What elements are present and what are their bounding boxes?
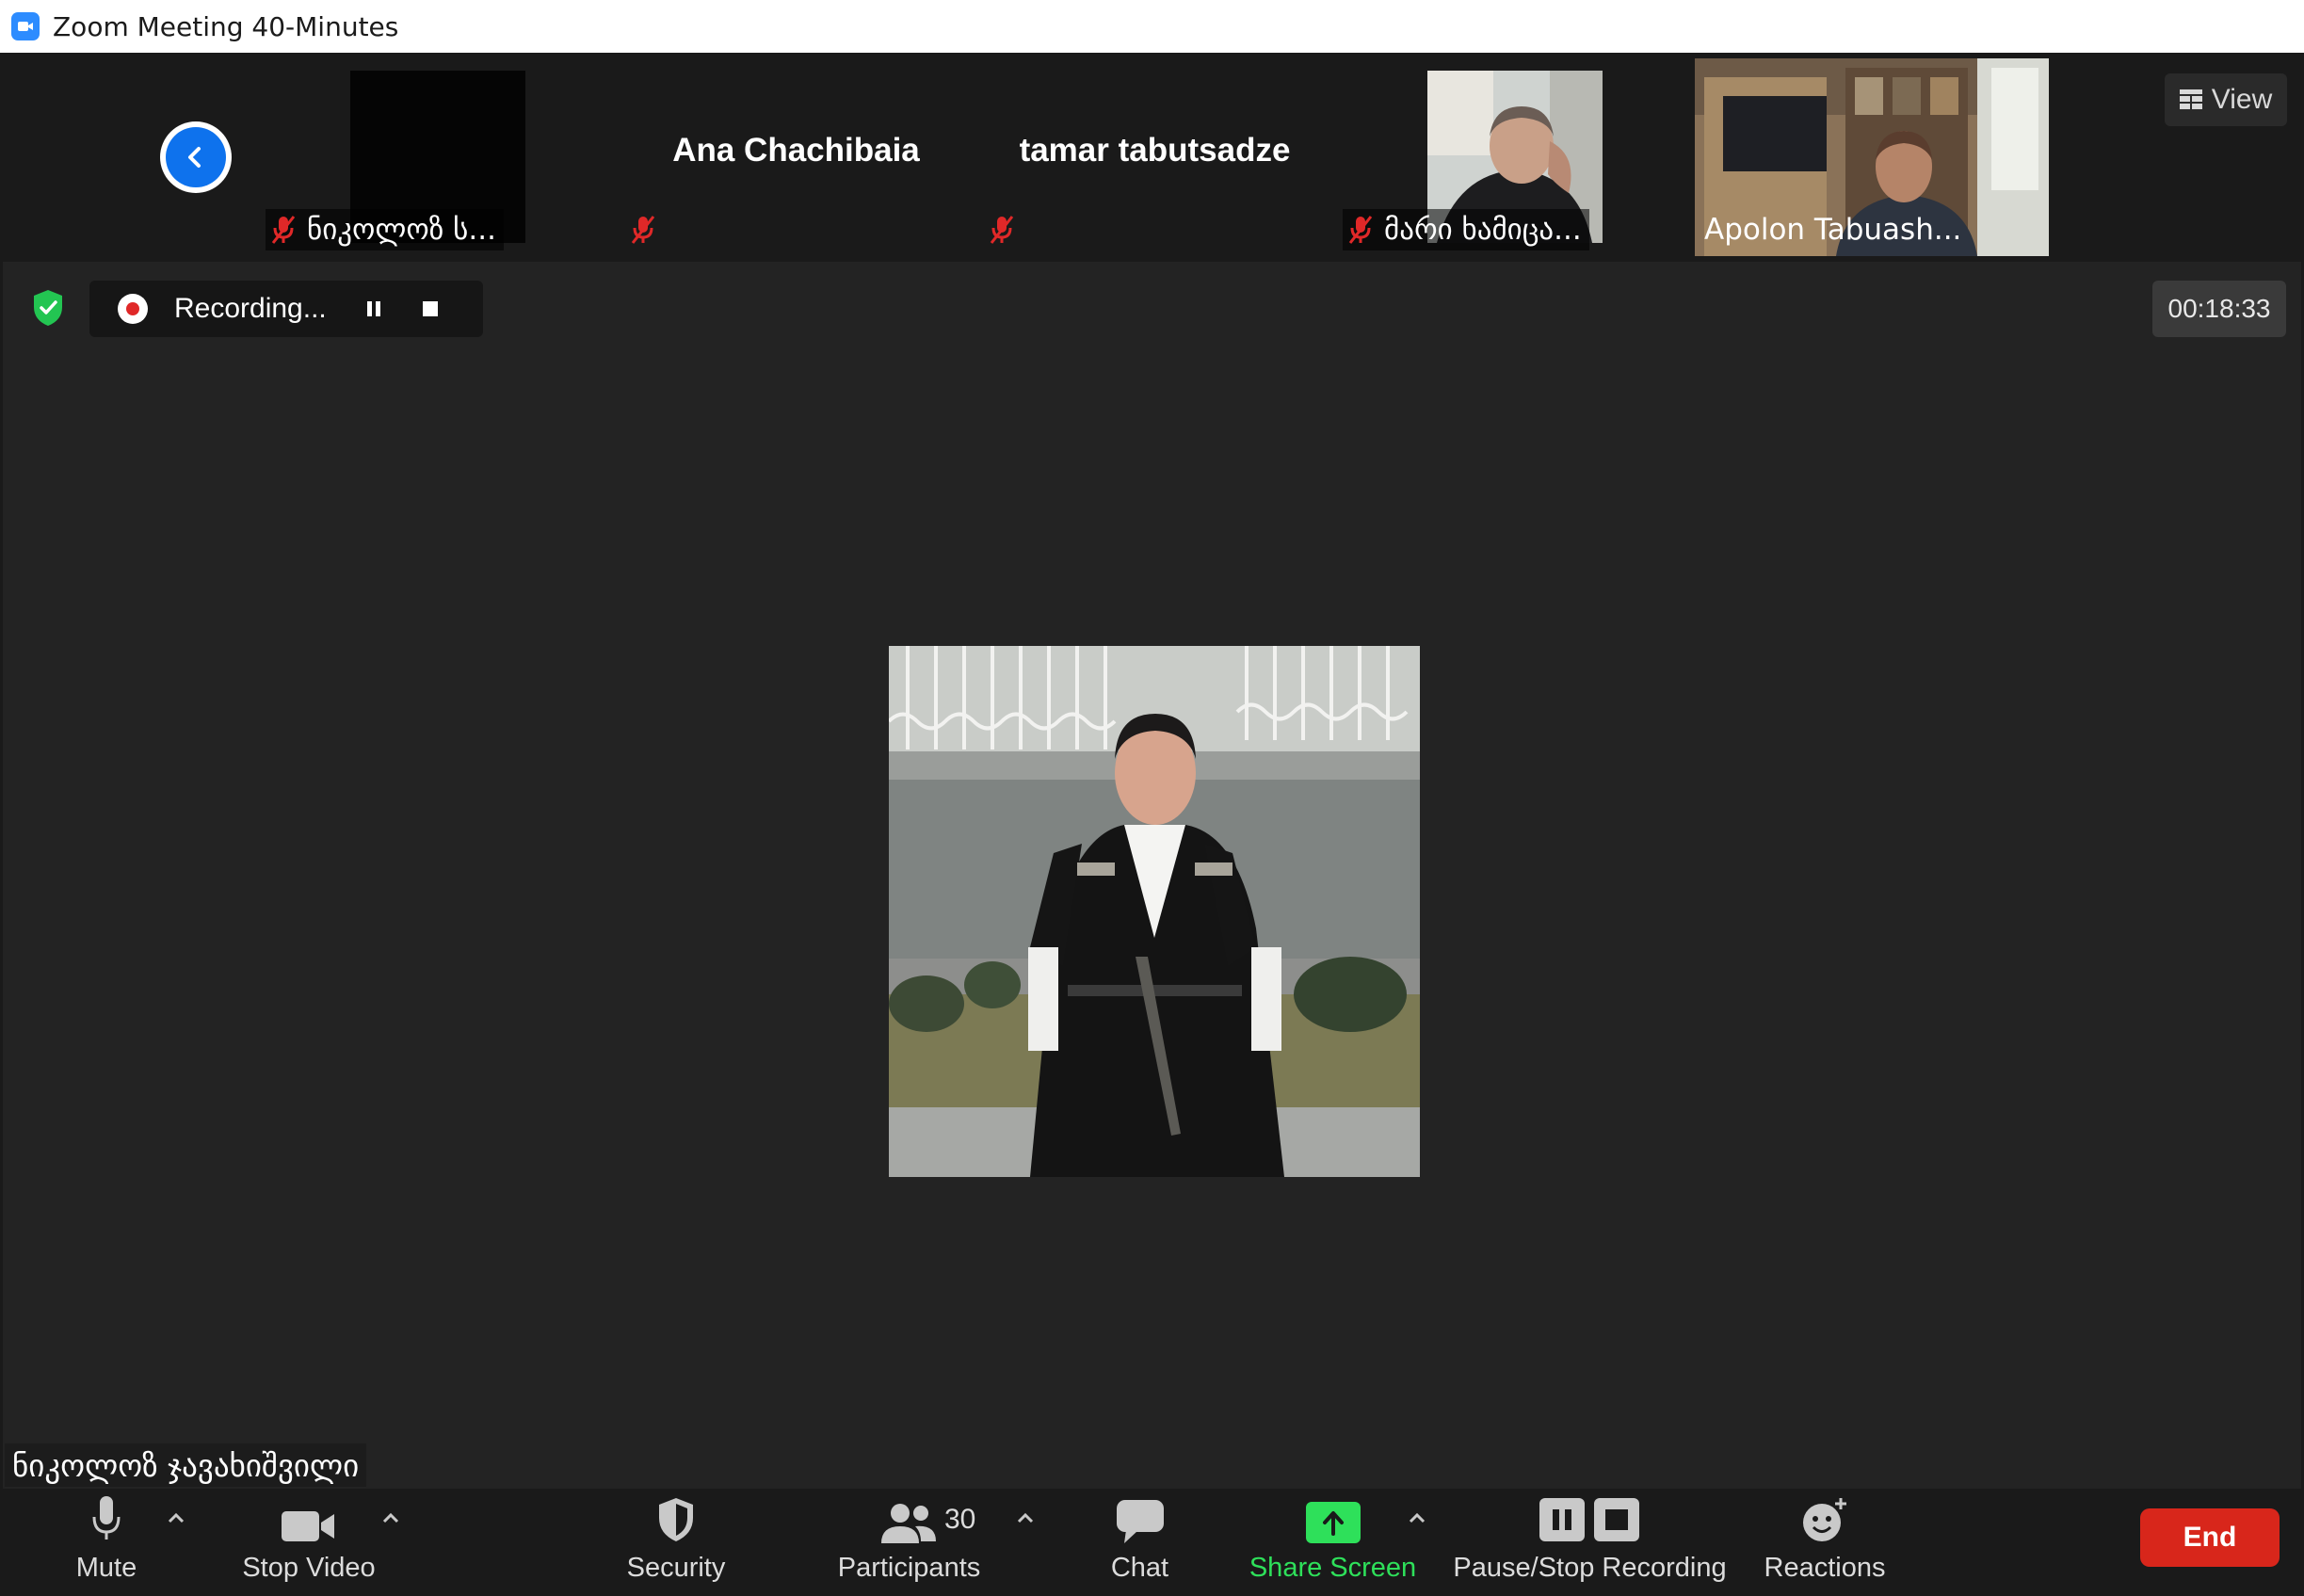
grid-view-icon bbox=[2179, 89, 2202, 109]
view-button[interactable]: View bbox=[2165, 73, 2287, 126]
chevron-left-icon bbox=[166, 127, 226, 187]
active-speaker-name: ნიკოლოზ ჯავახიშვილი bbox=[5, 1443, 367, 1487]
audio-options-caret-icon[interactable] bbox=[165, 1509, 187, 1526]
mic-muted-icon bbox=[1348, 216, 1373, 244]
end-meeting-button[interactable]: End bbox=[2140, 1508, 2280, 1567]
chat-bubble-icon bbox=[1116, 1489, 1164, 1547]
stop-video-button[interactable]: Stop Video bbox=[238, 1489, 379, 1596]
security-shield-icon bbox=[656, 1489, 696, 1547]
microphone-icon bbox=[90, 1489, 122, 1547]
mute-button[interactable]: Mute bbox=[59, 1489, 153, 1596]
smiley-plus-icon bbox=[1801, 1489, 1848, 1547]
participant-name: Apolon Tabuash... bbox=[1704, 213, 1962, 247]
video-options-caret-icon[interactable] bbox=[379, 1509, 402, 1526]
pause-stop-recording-button[interactable]: Pause/Stop Recording bbox=[1453, 1489, 1727, 1596]
security-label: Security bbox=[626, 1553, 726, 1583]
reactions-button[interactable]: Reactions bbox=[1754, 1489, 1895, 1596]
share-options-caret-icon[interactable] bbox=[1406, 1509, 1428, 1526]
recording-controls-icon bbox=[1539, 1489, 1641, 1547]
recording-indicator: Recording... bbox=[89, 281, 483, 337]
chat-button[interactable]: Chat bbox=[1086, 1489, 1194, 1596]
share-screen-icon bbox=[1305, 1489, 1361, 1547]
meeting-timer: 00:18:33 bbox=[2152, 281, 2286, 337]
participant-label bbox=[625, 209, 674, 250]
participant-label: Apolon Tabuash... bbox=[1700, 209, 1969, 250]
meeting-controls-toolbar: Mute Stop Video Security Participants 30 bbox=[3, 1489, 2301, 1596]
participant-tile[interactable]: Ana Chachibaia bbox=[620, 58, 973, 256]
participants-options-caret-icon[interactable] bbox=[1014, 1509, 1037, 1526]
video-camera-icon bbox=[282, 1489, 336, 1547]
title-bar: Zoom Meeting 40-Minutes bbox=[0, 0, 2304, 53]
window-title: Zoom Meeting 40-Minutes bbox=[53, 10, 399, 42]
active-speaker-profile-photo bbox=[889, 646, 1420, 1177]
participant-name: Ana Chachibaia bbox=[672, 132, 920, 169]
view-label: View bbox=[2211, 84, 2273, 115]
participant-name: tamar tabutsadze bbox=[1019, 132, 1291, 169]
stop-recording-button[interactable] bbox=[411, 290, 449, 328]
reactions-label: Reactions bbox=[1764, 1553, 1886, 1583]
participant-label: მარი ხამიცა... bbox=[1343, 209, 1589, 250]
meeting-window: ნიკოლოზ ს... Ana Chachibaia tamar tabuts… bbox=[0, 53, 2304, 1596]
participant-tile[interactable]: მარი ხამიცა... bbox=[1337, 58, 1690, 256]
mic-muted-icon bbox=[990, 216, 1014, 244]
participant-label: ნიკოლოზ ს... bbox=[266, 209, 504, 250]
participant-tile[interactable]: Apolon Tabuash... bbox=[1695, 58, 2049, 256]
security-button[interactable]: Security bbox=[620, 1489, 733, 1596]
participant-tile[interactable]: ნიკოლოზ ს... bbox=[260, 58, 613, 256]
recording-status: Recording... bbox=[174, 293, 327, 324]
participants-count: 30 bbox=[944, 1504, 976, 1535]
pause-recording-button[interactable] bbox=[355, 290, 393, 328]
mute-label: Mute bbox=[75, 1553, 137, 1583]
encryption-shield-icon[interactable] bbox=[31, 288, 65, 328]
stop-video-label: Stop Video bbox=[242, 1553, 376, 1583]
chat-label: Chat bbox=[1110, 1553, 1169, 1583]
participant-name: ნიკოლოზ ს... bbox=[307, 213, 496, 247]
participant-tile[interactable]: tamar tabutsadze bbox=[978, 58, 1331, 256]
participant-label bbox=[984, 209, 1033, 250]
participants-icon bbox=[880, 1489, 938, 1547]
participants-label: Participants bbox=[837, 1553, 981, 1583]
participant-name: მარი ხამიცა... bbox=[1384, 213, 1582, 247]
pause-stop-recording-label: Pause/Stop Recording bbox=[1453, 1553, 1727, 1583]
pause-icon bbox=[367, 301, 380, 316]
previous-page-button[interactable] bbox=[160, 121, 232, 193]
share-screen-label: Share Screen bbox=[1249, 1553, 1417, 1583]
mic-muted-icon bbox=[631, 216, 655, 244]
mic-muted-icon bbox=[271, 216, 296, 244]
stop-icon bbox=[423, 301, 438, 316]
recording-dot-icon bbox=[118, 294, 148, 324]
participant-thumbnail-strip: ნიკოლოზ ს... Ana Chachibaia tamar tabuts… bbox=[3, 53, 2301, 262]
zoom-logo-icon bbox=[11, 12, 40, 40]
share-screen-button[interactable]: Share Screen bbox=[1249, 1489, 1417, 1596]
